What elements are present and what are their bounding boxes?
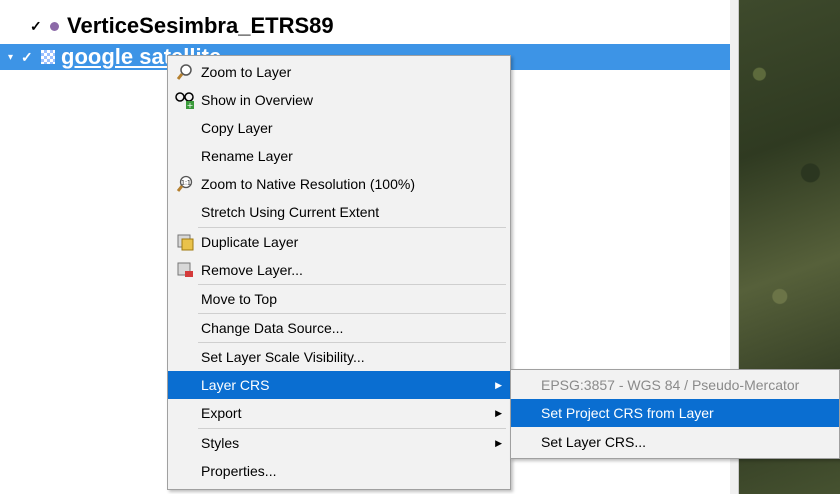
remove-layer-icon	[174, 260, 196, 280]
submenu-item-set-layer-crs[interactable]: Set Layer CRS...	[511, 428, 839, 456]
layer-name: VerticeSesimbra_ETRS89	[67, 13, 334, 38]
point-layer-icon	[50, 21, 59, 31]
menu-item-label: Set Layer Scale Visibility...	[201, 349, 365, 365]
layer-visibility-checkbox[interactable]: ✓	[21, 50, 34, 64]
menu-item-label: Show in Overview	[201, 92, 314, 108]
submenu-item-current-crs: EPSG:3857 - WGS 84 / Pseudo-Mercator	[511, 371, 839, 399]
menu-item-label: Stretch Using Current Extent	[201, 204, 380, 220]
duplicate-layer-icon	[174, 232, 196, 252]
submenu-item-label: Set Layer CRS...	[541, 434, 647, 450]
menu-item-scale-visibility[interactable]: Set Layer Scale Visibility...	[168, 343, 510, 371]
menu-item-layer-crs[interactable]: Layer CRS ▶	[168, 371, 510, 399]
menu-item-change-data-source[interactable]: Change Data Source...	[168, 314, 510, 342]
menu-item-duplicate-layer[interactable]: Duplicate Layer	[168, 228, 510, 256]
submenu-arrow-icon: ▶	[495, 437, 502, 448]
menu-item-move-to-top[interactable]: Move to Top	[168, 285, 510, 313]
menu-item-styles[interactable]: Styles ▶	[168, 429, 510, 457]
submenu-arrow-icon: ▶	[495, 379, 502, 390]
raster-layer-icon	[41, 50, 56, 64]
layer-crs-submenu: EPSG:3857 - WGS 84 / Pseudo-Mercator Set…	[510, 369, 840, 459]
menu-item-label: Layer CRS	[201, 377, 270, 393]
menu-item-label: Zoom to Native Resolution (100%)	[201, 176, 415, 192]
menu-item-label: Copy Layer	[201, 120, 273, 136]
zoom-native-icon: 1:1	[174, 174, 196, 194]
menu-item-label: Rename Layer	[201, 148, 293, 164]
submenu-item-label: Set Project CRS from Layer	[541, 405, 714, 421]
menu-item-copy-layer[interactable]: Copy Layer	[168, 114, 510, 142]
submenu-arrow-icon: ▶	[495, 407, 502, 418]
menu-item-label: Zoom to Layer	[201, 64, 292, 80]
menu-item-label: Duplicate Layer	[201, 234, 299, 250]
menu-item-label: Styles	[201, 435, 240, 451]
layer-visibility-checkbox[interactable]: ✓	[30, 19, 43, 33]
menu-item-label: Export	[201, 405, 242, 421]
menu-item-stretch-extent[interactable]: Stretch Using Current Extent	[168, 198, 510, 226]
menu-item-label: Properties...	[201, 463, 277, 479]
menu-item-export[interactable]: Export ▶	[168, 399, 510, 427]
zoom-layer-icon	[174, 62, 196, 82]
layer-row-vertice[interactable]: ✓ VerticeSesimbra_ETRS89	[30, 13, 334, 38]
collapse-arrow-icon[interactable]: ▾	[8, 52, 13, 63]
submenu-item-label: EPSG:3857 - WGS 84 / Pseudo-Mercator	[541, 377, 800, 393]
menu-item-label: Move to Top	[201, 291, 278, 307]
menu-item-properties[interactable]: Properties...	[168, 457, 510, 485]
menu-item-zoom-native[interactable]: 1:1 Zoom to Native Resolution (100%)	[168, 170, 510, 198]
menu-item-label: Change Data Source...	[201, 320, 344, 336]
menu-item-label: Remove Layer...	[201, 262, 303, 278]
overview-icon: +	[174, 90, 196, 110]
menu-item-remove-layer[interactable]: Remove Layer...	[168, 256, 510, 284]
layer-context-menu: Zoom to Layer + Show in Overview Copy La…	[167, 55, 511, 490]
svg-text:1:1: 1:1	[181, 180, 191, 187]
svg-text:+: +	[187, 101, 194, 109]
menu-item-rename-layer[interactable]: Rename Layer	[168, 142, 510, 170]
submenu-item-set-project-crs[interactable]: Set Project CRS from Layer	[511, 399, 839, 427]
menu-item-show-in-overview[interactable]: + Show in Overview	[168, 86, 510, 114]
menu-item-zoom-to-layer[interactable]: Zoom to Layer	[168, 58, 510, 86]
